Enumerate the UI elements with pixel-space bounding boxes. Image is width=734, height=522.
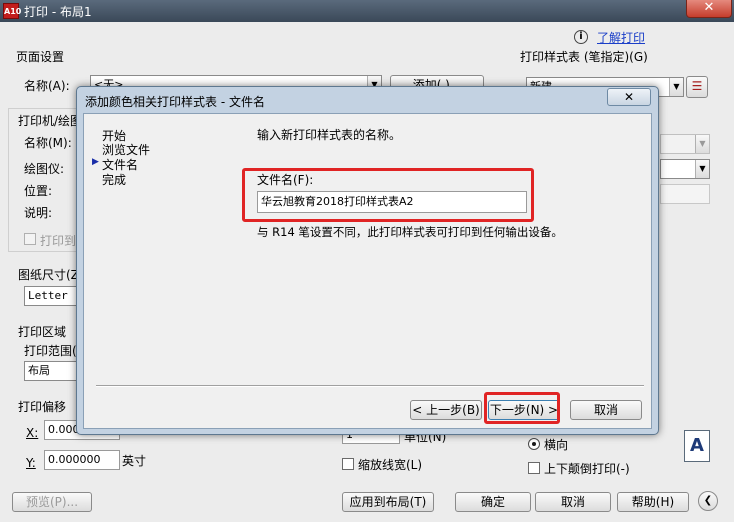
offset-y-input[interactable]: 0.000000 xyxy=(44,450,120,470)
printer-name-label: 名称(M): xyxy=(24,136,72,150)
chevron-down-icon: ▼ xyxy=(695,135,709,153)
scale-lineweights-checkbox[interactable] xyxy=(342,458,354,470)
offset-x-label: X: xyxy=(26,426,39,440)
landscape-label: 横向 xyxy=(544,438,569,452)
current-step-arrow-icon: ▶ xyxy=(92,157,99,167)
print-to-file-checkbox[interactable] xyxy=(24,233,36,245)
quality-select[interactable]: ▼ xyxy=(660,159,710,179)
upside-down-checkbox[interactable] xyxy=(528,462,540,474)
page-setup-title: 页面设置 xyxy=(16,50,65,64)
location-label: 位置: xyxy=(24,184,53,198)
info-icon: i xyxy=(574,30,588,44)
scale-lineweights-label: 缩放线宽(L) xyxy=(358,458,423,472)
shade-plot-select[interactable]: ▼ xyxy=(660,134,710,154)
expand-options-icon[interactable]: ❮ xyxy=(698,491,718,511)
paper-size-value: Letter xyxy=(28,289,68,302)
page-setup-name-label: 名称(A): xyxy=(24,79,70,93)
dialog-body: 开始 浏览文件 ▶ 文件名 完成 输入新打印样式表的名称。 文件名(F): 华云… xyxy=(83,113,652,429)
dialog-cancel-button[interactable]: 取消 xyxy=(570,400,642,420)
app-logo-icon: A10 xyxy=(3,3,21,19)
apply-to-layout-button[interactable]: 应用到布局(T) xyxy=(342,492,434,512)
cancel-button[interactable]: 取消 xyxy=(535,492,611,512)
title-bar: A10 打印 - 布局1 ✕ xyxy=(0,0,734,22)
note-text: 与 R14 笔设置不同，此打印样式表可打印到任何输出设备。 xyxy=(257,225,563,239)
instruction-text: 输入新打印样式表的名称。 xyxy=(257,128,402,142)
window-close-button[interactable]: ✕ xyxy=(686,0,732,18)
dialog-title: 添加颜色相关打印样式表 - 文件名 xyxy=(85,95,265,109)
plot-style-edit-icon[interactable]: ☰ xyxy=(686,76,708,98)
window-title: 打印 - 布局1 xyxy=(24,5,92,19)
help-button[interactable]: 帮助(H) xyxy=(617,492,689,512)
divider xyxy=(96,385,644,387)
plotter-label: 绘图仪: xyxy=(24,162,65,176)
print-offset-title: 打印偏移 xyxy=(18,400,67,414)
print-area-title: 打印区域 xyxy=(18,325,67,339)
dpi-input[interactable] xyxy=(660,184,710,204)
chevron-down-icon: ▼ xyxy=(669,78,683,96)
paper-size-title: 图纸尺寸(Z) xyxy=(18,268,84,282)
filename-highlight-box xyxy=(242,168,534,222)
offset-unit-label: 英寸 xyxy=(122,454,147,468)
plot-style-table-title: 打印样式表 (笔指定)(G) xyxy=(520,50,648,64)
dialog-close-button[interactable]: ✕ xyxy=(607,88,651,106)
preview-button[interactable]: 预览(P)... xyxy=(12,492,92,512)
wizard-step-finish: 完成 xyxy=(102,173,127,187)
orientation-preview-icon: A xyxy=(684,430,710,462)
offset-y-label: Y: xyxy=(26,456,36,470)
ok-button[interactable]: 确定 xyxy=(455,492,531,512)
next-highlight-box xyxy=(484,392,560,424)
description-label: 说明: xyxy=(24,206,53,220)
wizard-dialog: 添加颜色相关打印样式表 - 文件名 ✕ 开始 浏览文件 ▶ 文件名 完成 输入新… xyxy=(76,86,659,435)
learn-print-link[interactable]: 了解打印 xyxy=(597,29,645,46)
landscape-radio[interactable] xyxy=(528,438,540,450)
chevron-down-icon: ▼ xyxy=(695,160,709,178)
print-window: A10 打印 - 布局1 ✕ i 了解打印 页面设置 名称(A): <无> ▼ 添… xyxy=(0,0,734,522)
upside-down-label: 上下颠倒打印(-) xyxy=(544,462,630,476)
print-range-value: 布局 xyxy=(28,364,50,377)
back-button[interactable]: < 上一步(B) xyxy=(410,400,482,420)
